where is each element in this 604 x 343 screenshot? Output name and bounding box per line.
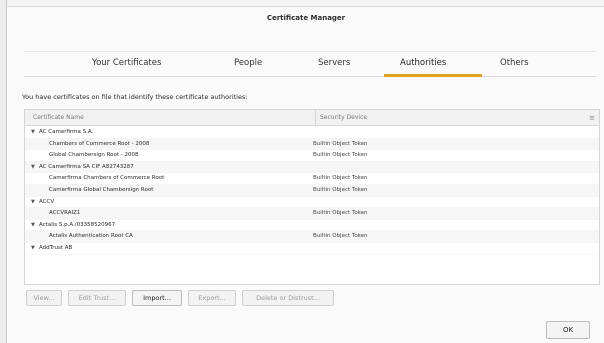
delete-or-distrust-button[interactable]: Delete or Distrust... — [242, 290, 334, 306]
tree-row-group[interactable]: ▼ Actalis S.p.A./03358520967 — [25, 220, 599, 232]
group-name: ACCV — [39, 198, 55, 205]
tree-row-group[interactable]: ▼ AC Camerfirma S.A. — [25, 127, 599, 139]
cert-name: ACCVRAIZ1 — [49, 210, 81, 217]
group-name: AC Camerfirma SA CIF A82743287 — [39, 163, 134, 170]
column-header-security-device[interactable]: Security Device — [315, 110, 367, 126]
tree-row-group[interactable]: ▼ AddTrust AB — [25, 243, 599, 255]
tab-people[interactable]: People — [234, 58, 262, 68]
cert-device: Builtin Object Token — [313, 233, 368, 240]
tab-your-certificates[interactable]: Your Certificates — [92, 58, 161, 68]
export-button[interactable]: Export... — [188, 290, 236, 306]
import-button[interactable]: Import... — [132, 290, 182, 306]
cert-device: Builtin Object Token — [313, 152, 368, 159]
cert-name: Camerfirma Chambers of Commerce Root — [49, 175, 165, 182]
tree-header: Certificate Name Security Device ≡ — [25, 110, 599, 126]
edit-trust-button[interactable]: Edit Trust... — [68, 290, 126, 306]
tab-strip: Your Certificates People Servers Authori… — [24, 51, 596, 77]
ok-button[interactable]: OK — [546, 321, 590, 339]
tree-row-cert[interactable]: Camerfirma Chambers of Commerce Root Bui… — [25, 173, 599, 185]
expanded-twisty-icon[interactable]: ▼ — [31, 243, 35, 255]
column-picker-icon[interactable]: ≡ — [589, 114, 595, 122]
intro-text: You have certificates on file that ident… — [22, 93, 248, 101]
cert-device: Builtin Object Token — [313, 175, 368, 182]
cert-device: Builtin Object Token — [313, 186, 368, 193]
expanded-twisty-icon[interactable]: ▼ — [31, 220, 35, 232]
tree-row-group[interactable]: ▼ AC Camerfirma SA CIF A82743287 — [25, 161, 599, 174]
certificate-manager-dialog: Certificate Manager Your Certificates Pe… — [8, 7, 604, 343]
cert-name: Camerfirma Global Chambersign Root — [49, 186, 154, 193]
tree-row-cert[interactable]: Camerfirma Global Chambersign Root Built… — [25, 184, 599, 197]
cert-device: Builtin Object Token — [313, 210, 368, 217]
tab-others[interactable]: Others — [500, 58, 529, 68]
tree-row-cert[interactable]: Global Chambersign Root - 2008 Builtin O… — [25, 150, 599, 162]
cert-name: Global Chambersign Root - 2008 — [49, 152, 139, 159]
certificate-tree[interactable]: Certificate Name Security Device ≡ ▼ AC … — [24, 109, 600, 285]
tab-servers[interactable]: Servers — [318, 58, 350, 68]
background-window-edge — [0, 0, 604, 7]
tree-rows: ▼ AC Camerfirma S.A. Chambers of Commerc… — [25, 127, 599, 255]
tree-row-cert[interactable]: Actalis Authentication Root CA Builtin O… — [25, 231, 599, 243]
expanded-twisty-icon[interactable]: ▼ — [31, 127, 35, 139]
group-name: AddTrust AB — [39, 244, 73, 251]
cert-name: Actalis Authentication Root CA — [49, 233, 133, 240]
tab-authorities[interactable]: Authorities — [400, 58, 446, 68]
tree-row-cert[interactable]: Chambers of Commerce Root - 2008 Builtin… — [25, 138, 599, 151]
expanded-twisty-icon[interactable]: ▼ — [31, 197, 35, 209]
tree-row-group[interactable]: ▼ ACCV — [25, 197, 599, 209]
group-name: AC Camerfirma S.A. — [39, 129, 94, 135]
column-header-certificate-name[interactable]: Certificate Name — [33, 114, 84, 121]
dialog-title: Certificate Manager — [266, 14, 346, 22]
view-button[interactable]: View... — [26, 290, 62, 306]
cert-name: Chambers of Commerce Root - 2008 — [49, 140, 150, 147]
cert-device: Builtin Object Token — [313, 140, 368, 147]
group-name: Actalis S.p.A./03358520967 — [39, 221, 116, 228]
tree-row-cert[interactable]: ACCVRAIZ1 Builtin Object Token — [25, 208, 599, 220]
background-window-sidebar — [0, 0, 7, 343]
expanded-twisty-icon[interactable]: ▼ — [31, 162, 35, 174]
active-tab-indicator — [384, 74, 482, 77]
